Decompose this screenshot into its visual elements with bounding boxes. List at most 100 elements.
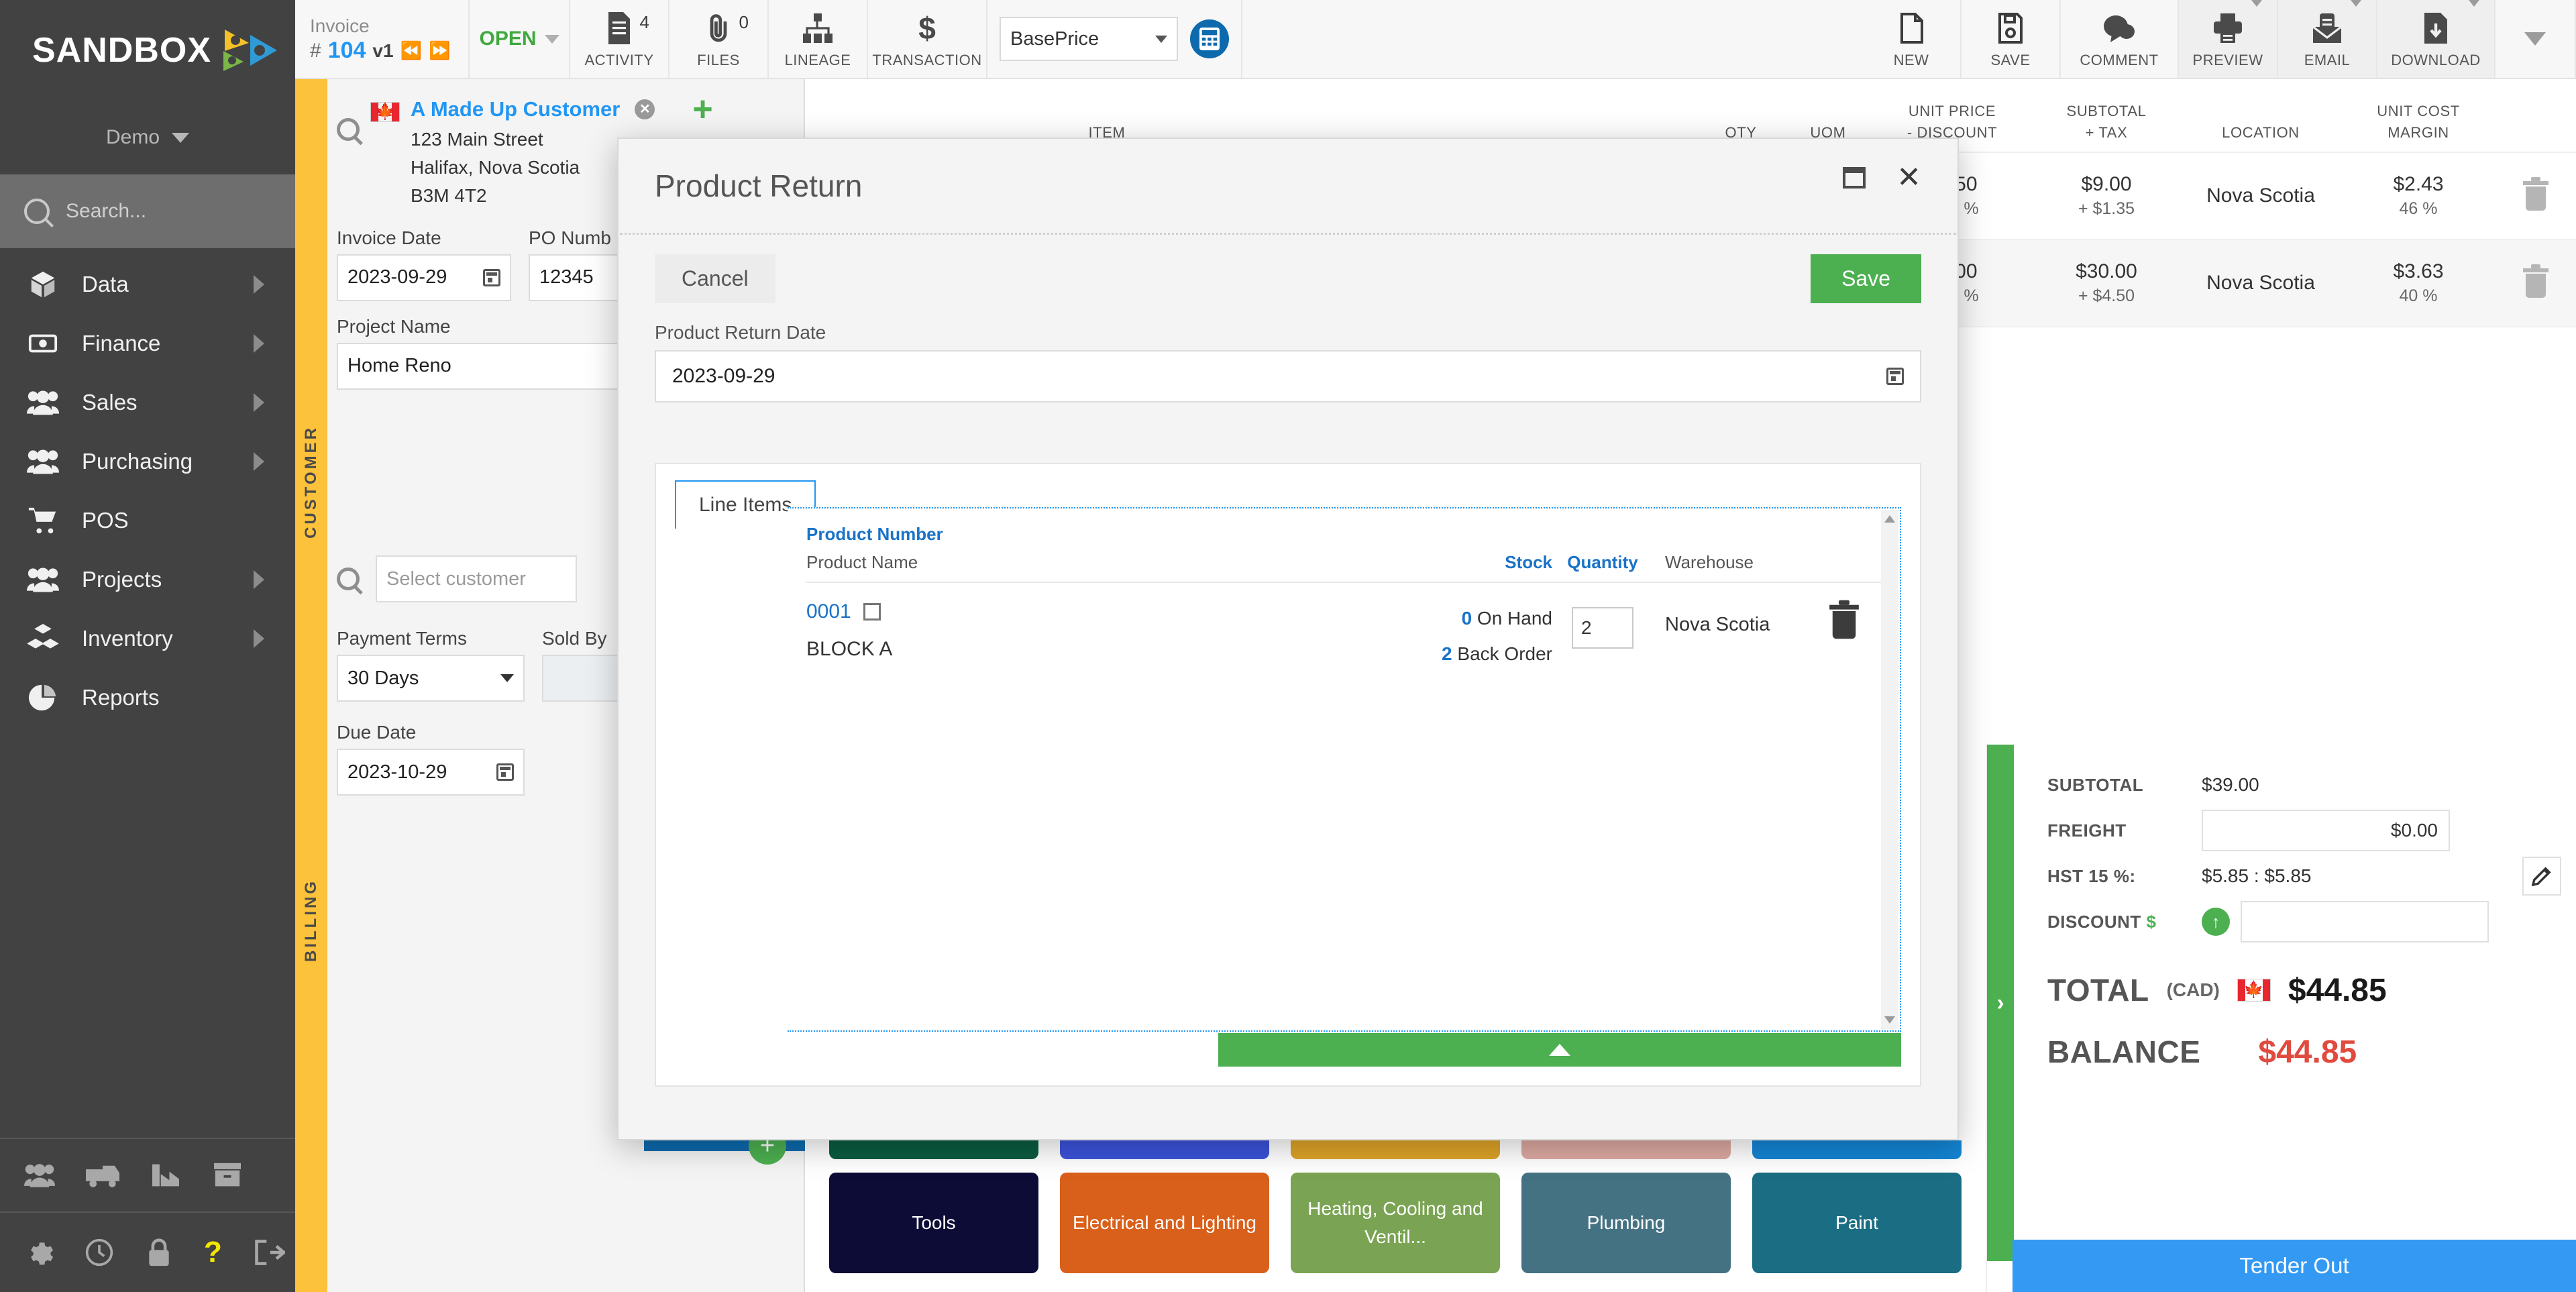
search-icon[interactable] bbox=[337, 118, 360, 141]
edit-tax-button[interactable] bbox=[2522, 857, 2561, 896]
freight-label: FREIGHT bbox=[2047, 820, 2127, 841]
category-tile-hvac[interactable]: Heating, Cooling and Ventil... bbox=[1291, 1173, 1500, 1273]
tile-peek[interactable] bbox=[1752, 1140, 1962, 1159]
search-icon[interactable] bbox=[337, 568, 360, 590]
collapse-bar[interactable] bbox=[1218, 1033, 1901, 1067]
sidebar-item-projects[interactable]: Projects bbox=[0, 550, 295, 609]
calendar-icon[interactable] bbox=[1886, 368, 1904, 385]
tender-out-button[interactable]: Tender Out bbox=[2012, 1240, 2576, 1292]
new-button[interactable]: NEW bbox=[1862, 0, 1962, 78]
col-quantity[interactable]: Quantity bbox=[1552, 549, 1653, 577]
sidebar-item-inventory[interactable]: Inventory bbox=[0, 609, 295, 668]
edit-pencil-icon[interactable] bbox=[863, 603, 881, 621]
transaction-button[interactable]: $ TRANSACTION bbox=[868, 0, 987, 78]
document-type: Invoice bbox=[310, 15, 370, 36]
invoice-date-field[interactable]: 2023-09-29 bbox=[337, 254, 511, 301]
chevron-down-icon[interactable] bbox=[2345, 0, 2367, 19]
lock-icon[interactable] bbox=[145, 1238, 173, 1267]
return-date-field[interactable]: 2023-09-29 bbox=[655, 350, 1921, 402]
close-icon[interactable]: ✕ bbox=[1896, 162, 1921, 192]
chevron-down-icon[interactable] bbox=[2463, 0, 2485, 19]
discount-currency-icon[interactable]: $ bbox=[2147, 912, 2157, 932]
files-button[interactable]: 0 FILES bbox=[669, 0, 769, 78]
preview-button[interactable]: PREVIEW bbox=[2179, 0, 2278, 78]
hst-value: $5.85 : $5.85 bbox=[2202, 865, 2312, 886]
customer-name[interactable]: A Made Up Customer bbox=[411, 94, 620, 125]
calculator-icon[interactable] bbox=[1190, 19, 1229, 58]
add-customer-icon[interactable]: + bbox=[692, 92, 712, 127]
row-location: Nova Scotia bbox=[2206, 184, 2315, 207]
restore-window-icon[interactable] bbox=[1843, 166, 1866, 189]
row-margin: 46 % bbox=[2399, 199, 2438, 219]
sidebar-item-purchasing[interactable]: Purchasing bbox=[0, 432, 295, 491]
delete-line-icon[interactable] bbox=[1829, 600, 1859, 639]
brand-logo[interactable]: SANDBOX bbox=[0, 0, 295, 101]
toolbar-overflow-button[interactable] bbox=[2496, 0, 2576, 78]
skip-previous-icon[interactable]: ⏪ bbox=[400, 40, 422, 61]
select-customer-input[interactable]: Select customer bbox=[376, 555, 577, 602]
quantity-input[interactable]: 2 bbox=[1572, 607, 1633, 649]
product-number-cell[interactable]: 0001 bbox=[806, 600, 1410, 623]
category-tile-plumbing[interactable]: Plumbing bbox=[1521, 1173, 1731, 1273]
payment-terms-select[interactable]: 30 Days bbox=[337, 655, 525, 702]
activity-button[interactable]: 4 ACTIVITY bbox=[570, 0, 669, 78]
status-dropdown[interactable]: OPEN bbox=[470, 0, 570, 78]
line-items-scrollbar[interactable] bbox=[1881, 510, 1898, 1029]
due-date-field[interactable]: 2023-10-29 bbox=[337, 749, 525, 796]
save-button[interactable]: Save bbox=[1811, 254, 1921, 303]
expand-panel-handle[interactable]: › bbox=[1987, 745, 2014, 1261]
row-subtotal: $30.00 bbox=[2076, 260, 2137, 282]
scroll-up-icon[interactable] bbox=[1884, 515, 1895, 523]
price-select[interactable]: BasePrice bbox=[1000, 17, 1179, 61]
category-tile-paint[interactable]: Paint bbox=[1752, 1173, 1962, 1273]
col-product-name: Product Name bbox=[806, 551, 918, 572]
sidebar-item-finance[interactable]: Finance bbox=[0, 314, 295, 373]
clear-customer-icon[interactable]: ✕ bbox=[635, 99, 655, 120]
cancel-button[interactable]: Cancel bbox=[655, 254, 775, 303]
col-product-number[interactable]: Product Number bbox=[806, 521, 1410, 549]
tile-peek[interactable] bbox=[1521, 1140, 1731, 1159]
tile-peek[interactable] bbox=[829, 1140, 1038, 1159]
canada-flag-icon: 🍁 bbox=[370, 102, 400, 122]
truck-icon[interactable] bbox=[86, 1162, 119, 1189]
people-icon[interactable] bbox=[24, 1162, 55, 1189]
sidebar-item-reports[interactable]: Reports bbox=[0, 668, 295, 727]
sidebar-item-sales[interactable]: Sales bbox=[0, 373, 295, 432]
archive-box-icon[interactable] bbox=[212, 1162, 243, 1189]
download-button[interactable]: DOWNLOAD bbox=[2377, 0, 2496, 78]
document-identity: Invoice # 104 v1 ⏪ ⏩ bbox=[295, 0, 470, 78]
list-item[interactable]: 0001 BLOCK A 0 On Hand 2 Back Order 2 No… bbox=[788, 583, 1900, 671]
org-selector[interactable]: Demo bbox=[0, 101, 295, 174]
lineage-button[interactable]: LINEAGE bbox=[769, 0, 868, 78]
apply-discount-icon[interactable]: ↑ bbox=[2202, 908, 2230, 936]
category-tiles-row: Tools Electrical and Lighting Heating, C… bbox=[805, 1173, 1986, 1273]
help-question-icon[interactable]: ? bbox=[204, 1238, 222, 1267]
save-button[interactable]: SAVE bbox=[1962, 0, 2061, 78]
calendar-icon[interactable] bbox=[496, 763, 514, 781]
sidebar-item-data[interactable]: Data bbox=[0, 255, 295, 314]
tile-label: Tools bbox=[912, 1212, 956, 1233]
col-stock[interactable]: Stock bbox=[1465, 549, 1552, 577]
category-tile-tools[interactable]: Tools bbox=[829, 1173, 1038, 1273]
logout-icon[interactable] bbox=[253, 1238, 285, 1267]
sidebar-footer-icons: ? bbox=[0, 1212, 295, 1292]
factory-icon[interactable] bbox=[150, 1162, 181, 1189]
skip-next-icon[interactable]: ⏩ bbox=[429, 40, 450, 61]
comment-button[interactable]: COMMENT bbox=[2061, 0, 2179, 78]
category-tile-electrical[interactable]: Electrical and Lighting bbox=[1060, 1173, 1269, 1273]
tile-peek[interactable] bbox=[1060, 1140, 1269, 1159]
email-button[interactable]: EMAIL bbox=[2278, 0, 2377, 78]
freight-input[interactable]: $0.00 bbox=[2202, 810, 2450, 851]
status-badge: OPEN bbox=[479, 28, 537, 50]
gear-icon[interactable] bbox=[24, 1238, 54, 1267]
scroll-down-icon[interactable] bbox=[1884, 1016, 1895, 1024]
chevron-down-icon[interactable] bbox=[2246, 0, 2267, 19]
delete-row-icon[interactable] bbox=[2523, 264, 2548, 298]
delete-row-icon[interactable] bbox=[2523, 177, 2548, 211]
calendar-icon[interactable] bbox=[483, 268, 500, 286]
discount-input[interactable] bbox=[2241, 901, 2489, 943]
sidebar-item-pos[interactable]: POS bbox=[0, 491, 295, 550]
search-input[interactable]: Search... bbox=[0, 174, 295, 248]
clock-icon[interactable] bbox=[85, 1238, 114, 1267]
tile-peek[interactable] bbox=[1291, 1140, 1500, 1159]
